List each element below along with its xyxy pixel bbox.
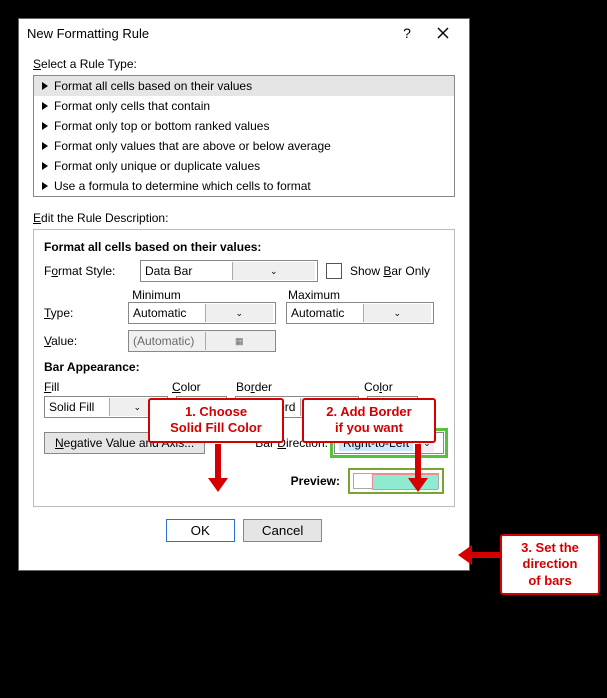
annotation-callout-3: 3. Set the direction of bars (500, 534, 600, 595)
rule-type-item[interactable]: Format only unique or duplicate values (34, 156, 454, 176)
arrow-head-icon (458, 545, 472, 565)
border-color-label: Color (364, 380, 393, 394)
arrow-head-icon (408, 478, 428, 492)
chevron-down-icon: ⌄ (363, 304, 432, 322)
edit-rule-description-label: Edit the Rule Description: (33, 211, 168, 225)
triangle-icon (42, 102, 48, 110)
rule-type-text: Format only values that are above or bel… (54, 139, 331, 153)
rule-type-item[interactable]: Format only cells that contain (34, 96, 454, 116)
border-label: Border (236, 380, 364, 394)
rule-type-item[interactable]: Format only values that are above or bel… (34, 136, 454, 156)
close-button[interactable] (425, 27, 461, 39)
cancel-button[interactable]: Cancel (243, 519, 323, 542)
rule-type-list[interactable]: Format all cells based on their values F… (33, 75, 455, 197)
preview-label: Preview: (291, 474, 340, 488)
rule-type-text: Format only top or bottom ranked values (54, 119, 269, 133)
rule-type-text: Format only cells that contain (54, 99, 210, 113)
minimum-value-input: (Automatic) ▦ (128, 330, 276, 352)
rule-type-text: Format all cells based on their values (54, 79, 252, 93)
maximum-type-value: Automatic (291, 306, 359, 320)
maximum-type-combo[interactable]: Automatic ⌄ (286, 302, 434, 324)
triangle-icon (42, 162, 48, 170)
rule-type-text: Format only unique or duplicate values (54, 159, 260, 173)
triangle-icon (42, 122, 48, 130)
value-label: Value: (44, 334, 128, 348)
bar-appearance-header: Bar Appearance: (44, 360, 444, 374)
rule-type-text: Use a formula to determine which cells t… (54, 179, 311, 193)
rule-type-item[interactable]: Use a formula to determine which cells t… (34, 176, 454, 196)
help-button[interactable]: ? (389, 25, 425, 41)
preview-box (348, 468, 444, 494)
format-header: Format all cells based on their values: (44, 240, 444, 254)
arrow-icon (472, 552, 500, 558)
format-style-combo[interactable]: Data Bar ⌄ (140, 260, 318, 282)
maximum-header: Maximum (288, 288, 444, 302)
ok-button[interactable]: OK (166, 519, 235, 542)
rule-type-item[interactable]: Format all cells based on their values (34, 76, 454, 96)
rule-type-item[interactable]: Format only top or bottom ranked values (34, 116, 454, 136)
arrow-head-icon (208, 478, 228, 492)
chevron-down-icon: ⌄ (232, 262, 316, 280)
type-label: Type: (44, 306, 128, 320)
format-style-value: Data Bar (145, 264, 228, 278)
show-bar-only-label: Show Bar Only (350, 264, 430, 278)
arrow-icon (215, 444, 221, 480)
annotation-callout-1: 1. Choose Solid Fill Color (148, 398, 284, 443)
fill-value: Solid Fill (49, 400, 105, 414)
select-rule-type-label: Select a Rule Type: (33, 57, 137, 71)
triangle-icon (42, 82, 48, 90)
format-style-label: Format Style: (44, 264, 132, 278)
rule-description-group: Format all cells based on their values: … (33, 229, 455, 507)
fill-color-label: Color (172, 380, 236, 394)
minimum-value-text: (Automatic) (133, 334, 201, 348)
fill-label: Fill (44, 380, 172, 394)
arrow-icon (415, 444, 421, 480)
triangle-icon (42, 142, 48, 150)
minimum-type-value: Automatic (133, 306, 201, 320)
triangle-icon (42, 182, 48, 190)
close-icon (437, 27, 449, 39)
chevron-down-icon: ⌄ (205, 304, 274, 322)
minimum-header: Minimum (132, 288, 288, 302)
minimum-type-combo[interactable]: Automatic ⌄ (128, 302, 276, 324)
new-formatting-rule-dialog: New Formatting Rule ? Select a Rule Type… (18, 18, 470, 571)
preview-bar (372, 474, 438, 490)
show-bar-only-checkbox[interactable] (326, 263, 342, 279)
dialog-title: New Formatting Rule (27, 26, 389, 41)
titlebar: New Formatting Rule ? (19, 19, 469, 47)
annotation-callout-2: 2. Add Border if you want (302, 398, 436, 443)
range-selector-icon[interactable]: ▦ (205, 332, 274, 350)
